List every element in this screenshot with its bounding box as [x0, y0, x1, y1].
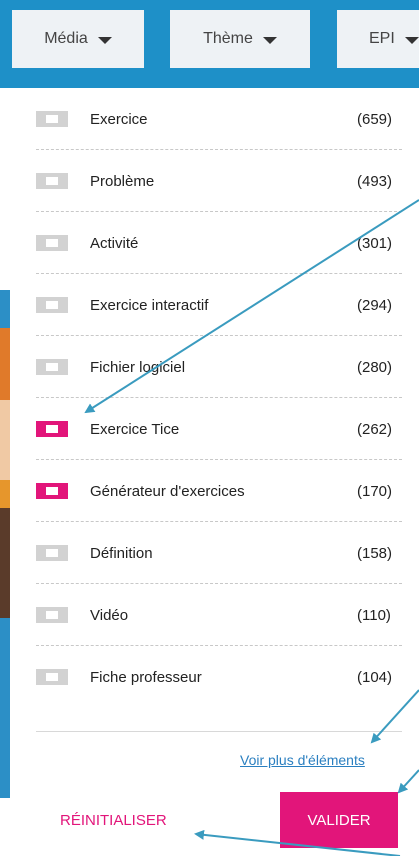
checkbox-toggle[interactable]	[36, 483, 68, 499]
list-item[interactable]: Exercice interactif (294)	[12, 274, 402, 336]
option-count: (280)	[357, 358, 393, 376]
media-dropdown-label: Média	[44, 30, 88, 47]
checkbox-toggle[interactable]	[36, 421, 68, 437]
epi-dropdown[interactable]: EPI	[337, 10, 419, 68]
theme-dropdown-label: Thème	[203, 30, 253, 47]
option-count: (170)	[357, 482, 393, 500]
list-item[interactable]: Fichier logiciel (280)	[12, 336, 402, 398]
chevron-down-icon	[262, 37, 277, 44]
reset-button[interactable]: RÉINITIALISER	[60, 812, 167, 829]
background-strip	[0, 480, 10, 508]
chevron-down-icon	[404, 37, 419, 44]
list-item[interactable]: Fiche professeur (104)	[12, 646, 402, 708]
background-strip	[0, 618, 10, 798]
media-dropdown[interactable]: Média	[12, 10, 144, 68]
chevron-down-icon	[97, 37, 112, 44]
checkbox-toggle[interactable]	[36, 669, 68, 685]
checkbox-toggle[interactable]	[36, 235, 68, 251]
see-more-link[interactable]: Voir plus d'éléments	[240, 752, 365, 768]
option-count: (301)	[357, 234, 393, 252]
list-item[interactable]: Vidéo (110)	[12, 584, 402, 646]
option-count: (262)	[357, 420, 393, 438]
option-label: Fiche professeur	[90, 668, 202, 686]
checkbox-toggle[interactable]	[36, 359, 68, 375]
option-label: Problème	[90, 172, 155, 190]
option-count: (110)	[357, 606, 391, 624]
list-item[interactable]: Générateur d'exercices (170)	[12, 460, 402, 522]
checkbox-toggle[interactable]	[36, 111, 68, 127]
option-label: Exercice Tice	[90, 420, 180, 438]
option-count: (659)	[357, 110, 393, 128]
checkbox-toggle[interactable]	[36, 545, 68, 561]
validate-button[interactable]: VALIDER	[280, 792, 398, 848]
background-strip	[0, 508, 10, 618]
theme-dropdown[interactable]: Thème	[170, 10, 310, 68]
list-item[interactable]: Problème (493)	[12, 150, 402, 212]
option-label: Définition	[90, 544, 153, 562]
epi-dropdown-label: EPI	[369, 30, 395, 47]
option-count: (158)	[357, 544, 393, 562]
divider	[36, 731, 402, 732]
list-item[interactable]: Exercice Tice (262)	[12, 398, 402, 460]
checkbox-toggle[interactable]	[36, 173, 68, 189]
background-strip	[0, 290, 10, 328]
option-count: (493)	[357, 172, 393, 190]
option-label: Fichier logiciel	[90, 358, 186, 376]
filter-bar: Média Thème EPI	[0, 0, 419, 88]
list-item[interactable]: Activité (301)	[12, 212, 402, 274]
option-count: (104)	[357, 668, 393, 686]
background-strip	[0, 400, 10, 480]
option-count: (294)	[357, 296, 393, 314]
list-item[interactable]: Exercice (659)	[12, 88, 402, 150]
option-label: Activité	[90, 234, 139, 252]
checkbox-toggle[interactable]	[36, 297, 68, 313]
list-item[interactable]: Définition (158)	[12, 522, 402, 584]
background-page-edge	[0, 88, 10, 856]
option-label: Générateur d'exercices	[90, 482, 245, 500]
option-label: Exercice	[90, 110, 148, 128]
option-label: Vidéo	[90, 606, 129, 624]
option-label: Exercice interactif	[90, 296, 209, 314]
checkbox-toggle[interactable]	[36, 607, 68, 623]
background-strip	[0, 328, 10, 400]
